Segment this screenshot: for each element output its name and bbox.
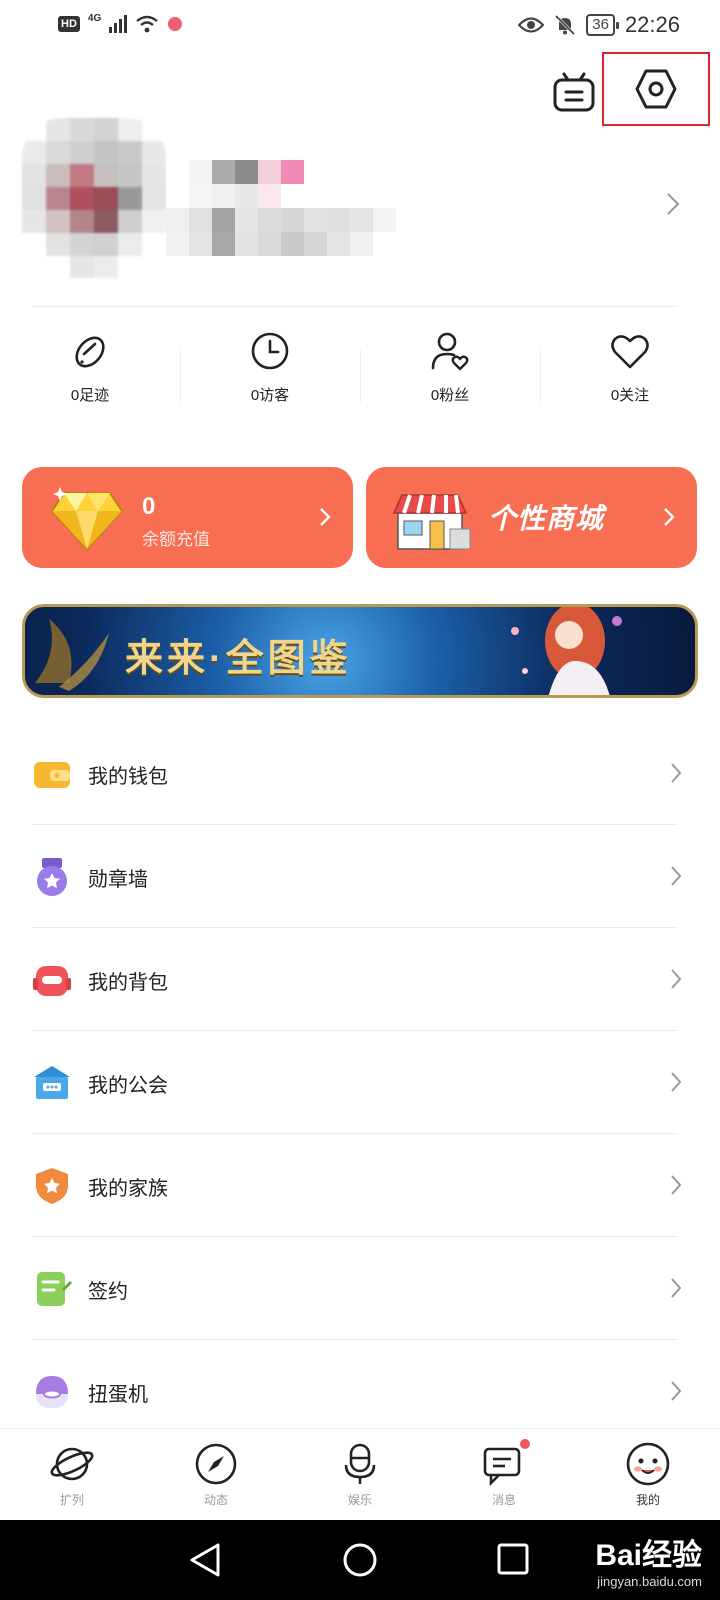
watermark-sub: jingyan.baidu.com bbox=[597, 1574, 702, 1589]
signal-icon bbox=[109, 15, 128, 33]
stat-following[interactable]: 0关注 bbox=[540, 330, 720, 430]
network-type: 4G bbox=[87, 12, 102, 24]
back-icon[interactable] bbox=[188, 1542, 222, 1578]
robot-button[interactable] bbox=[552, 70, 596, 114]
balance-amount: 0 bbox=[142, 493, 156, 520]
mute-bell-icon bbox=[555, 14, 576, 36]
microphone-icon bbox=[344, 1443, 376, 1484]
message-icon bbox=[483, 1447, 521, 1487]
promo-banner[interactable]: 来来·全图鉴 bbox=[22, 604, 698, 698]
menu-item-contract[interactable]: 签约 bbox=[0, 1237, 720, 1340]
anime-girl-illustration bbox=[511, 607, 622, 695]
smiley-face-icon bbox=[626, 1442, 670, 1486]
clock-icon bbox=[251, 332, 289, 370]
stat-fans-label: 0粉丝 bbox=[430, 387, 470, 404]
stat-fans[interactable]: 0粉丝 bbox=[360, 330, 540, 430]
profile-divider bbox=[32, 306, 678, 307]
watermark: Bai经验 jingyan.baidu.com bbox=[595, 1530, 702, 1589]
wifi-icon bbox=[136, 15, 158, 33]
stat-footprints-label: 0足迹 bbox=[70, 387, 110, 404]
medal-icon bbox=[37, 858, 67, 896]
heart-icon bbox=[611, 335, 649, 369]
username-blurred bbox=[166, 160, 396, 260]
nav-tab-me[interactable]: 我的 bbox=[576, 1429, 720, 1520]
chevron-right-icon bbox=[667, 193, 680, 215]
nav-tab-feed[interactable]: 动态 bbox=[144, 1429, 288, 1520]
menu-label: 签约 bbox=[88, 1281, 128, 1303]
nav-tab-entertainment[interactable]: 娱乐 bbox=[288, 1429, 432, 1520]
hd-indicator: HD bbox=[58, 16, 80, 32]
home-icon[interactable] bbox=[342, 1542, 378, 1578]
watermark-main: Bai经验 bbox=[595, 1539, 702, 1572]
chevron-right-icon bbox=[664, 508, 675, 526]
stat-following-label: 0关注 bbox=[610, 387, 650, 404]
robot-icon bbox=[553, 72, 595, 112]
chevron-right-icon bbox=[671, 969, 682, 989]
menu-item-wallet[interactable]: 我的钱包 bbox=[0, 722, 720, 825]
battery-indicator: 36 bbox=[586, 14, 619, 36]
stat-footprints[interactable]: 0足迹 bbox=[0, 330, 180, 430]
menu-item-backpack[interactable]: 我的背包 bbox=[0, 928, 720, 1031]
mall-card[interactable]: 个性商城 bbox=[366, 467, 697, 568]
nav-label: 娱乐 bbox=[347, 1493, 372, 1507]
gacha-icon bbox=[36, 1376, 68, 1408]
guild-icon bbox=[34, 1066, 70, 1099]
wallet-icon bbox=[34, 762, 70, 788]
status-time: 22:26 bbox=[624, 12, 680, 37]
avatar[interactable] bbox=[22, 118, 166, 278]
fans-icon bbox=[431, 332, 469, 371]
contract-icon bbox=[37, 1272, 72, 1306]
unread-badge bbox=[520, 1439, 530, 1449]
status-bar: HD 4G 36 22:26 bbox=[0, 0, 720, 56]
footprint-icon bbox=[75, 336, 105, 368]
stat-visitors[interactable]: 0访客 bbox=[180, 330, 360, 430]
nav-tab-expand[interactable]: 扩列 bbox=[0, 1429, 144, 1520]
menu-label: 我的公会 bbox=[88, 1075, 168, 1097]
compass-icon bbox=[195, 1443, 237, 1485]
ornament-leaf-icon bbox=[35, 619, 109, 691]
recharge-card[interactable]: 0 余额充值 bbox=[22, 467, 353, 568]
stat-visitors-label: 0访客 bbox=[250, 387, 290, 404]
menu-label: 我的家族 bbox=[88, 1178, 168, 1200]
menu-item-family[interactable]: 我的家族 bbox=[0, 1134, 720, 1237]
menu-label: 扭蛋机 bbox=[88, 1384, 148, 1406]
menu-item-guild[interactable]: 我的公会 bbox=[0, 1031, 720, 1134]
menu-label: 我的钱包 bbox=[88, 766, 168, 788]
chevron-right-icon bbox=[671, 1175, 682, 1195]
chevron-right-icon bbox=[671, 866, 682, 886]
chevron-right-icon bbox=[671, 1278, 682, 1298]
banner-title: 来来·全图鉴 bbox=[125, 638, 352, 680]
nav-label: 动态 bbox=[203, 1493, 228, 1507]
recharge-label: 余额充值 bbox=[142, 530, 210, 549]
nav-label: 消息 bbox=[491, 1493, 516, 1507]
nav-label: 我的 bbox=[635, 1493, 660, 1507]
menu-item-medals[interactable]: 勋章墙 bbox=[0, 825, 720, 928]
diamond-icon bbox=[50, 487, 124, 551]
chevron-right-icon bbox=[671, 1072, 682, 1092]
shop-icon bbox=[392, 494, 471, 550]
mall-title: 个性商城 bbox=[488, 503, 605, 534]
family-shield-icon bbox=[36, 1168, 68, 1204]
chevron-right-icon bbox=[671, 1381, 682, 1401]
planet-icon bbox=[50, 1447, 94, 1481]
chevron-right-icon bbox=[671, 763, 682, 783]
settings-icon bbox=[635, 69, 677, 109]
menu-label: 我的背包 bbox=[88, 972, 168, 994]
recents-icon[interactable] bbox=[496, 1542, 530, 1576]
profile-header[interactable] bbox=[0, 110, 720, 300]
bottom-nav: 扩列 动态 娱乐 消息 我的 bbox=[0, 1428, 720, 1520]
backpack-icon bbox=[33, 966, 71, 996]
app-notification-icon bbox=[168, 17, 183, 31]
menu-list: 我的钱包 勋章墙 我的背包 我的公会 我的家族 签约 扭蛋机 bbox=[0, 722, 720, 1443]
menu-label: 勋章墙 bbox=[88, 869, 148, 891]
chevron-right-icon bbox=[320, 508, 331, 526]
system-navigation-bar: Bai经验 jingyan.baidu.com bbox=[0, 1520, 720, 1600]
nav-label: 扩列 bbox=[59, 1493, 84, 1507]
eye-icon bbox=[518, 17, 545, 33]
nav-tab-messages[interactable]: 消息 bbox=[432, 1429, 576, 1520]
stats-row: 0足迹 0访客 0粉丝 0关注 bbox=[0, 330, 720, 430]
